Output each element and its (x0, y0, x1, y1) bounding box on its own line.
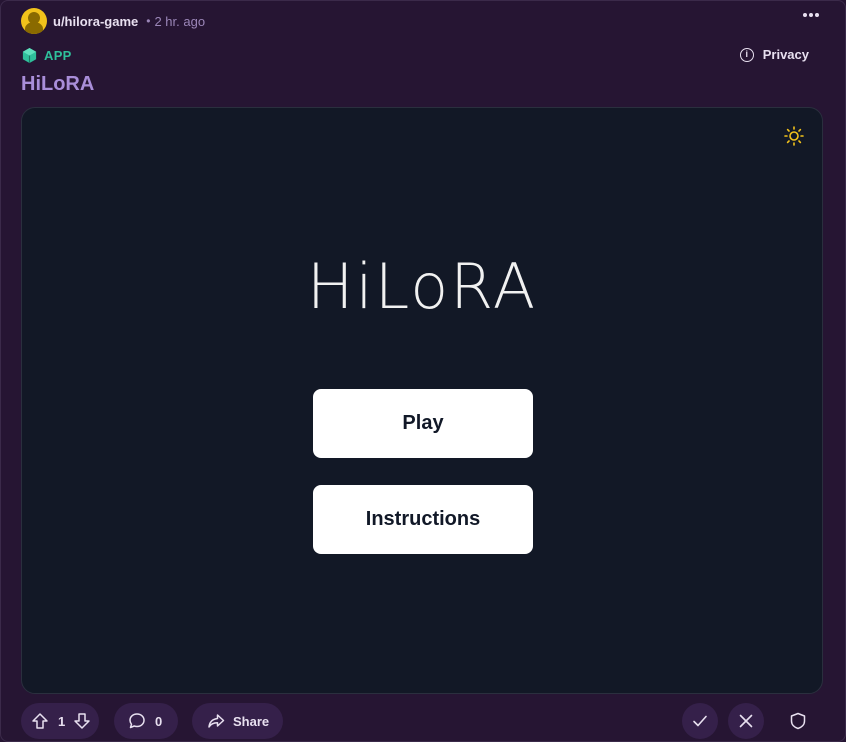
post-footer: 1 0 Share (21, 703, 825, 739)
share-button[interactable]: Share (192, 703, 283, 739)
share-icon (208, 714, 225, 728)
vote-count: 1 (58, 713, 66, 729)
comment-icon (129, 713, 145, 729)
shield-icon (790, 712, 806, 730)
app-icon (22, 47, 37, 63)
game-title: HiLoRA (306, 250, 538, 323)
post-card: u/hilora-game • 2 hr. ago APP i Privacy … (0, 0, 846, 742)
privacy-link[interactable]: i Privacy (739, 47, 809, 62)
post-header: u/hilora-game • 2 hr. ago (21, 8, 205, 34)
app-frame: HiLoRA Play Instructions (21, 107, 823, 694)
vote-control: 1 (21, 703, 99, 739)
sun-icon[interactable] (784, 126, 804, 146)
upvote-icon[interactable] (31, 712, 49, 730)
approve-icon (693, 715, 707, 727)
play-button[interactable]: Play (313, 389, 533, 458)
downvote-icon[interactable] (73, 712, 91, 730)
instructions-button[interactable]: Instructions (313, 485, 533, 554)
comment-count: 0 (155, 713, 163, 729)
post-title[interactable]: HiLoRA (21, 73, 94, 96)
author-username[interactable]: u/hilora-game (53, 14, 138, 29)
remove-icon (739, 714, 753, 728)
avatar[interactable] (21, 8, 47, 34)
app-label: APP (44, 47, 72, 63)
comments-button[interactable]: 0 (114, 703, 178, 739)
privacy-label: Privacy (762, 47, 809, 62)
share-label: Share (233, 713, 270, 729)
approve-button[interactable] (682, 703, 718, 739)
info-icon: i (739, 47, 754, 62)
meta-separator: • (146, 14, 151, 28)
app-badge: APP (21, 45, 72, 65)
more-icon[interactable] (803, 13, 819, 17)
remove-button[interactable] (728, 703, 764, 739)
post-time: 2 hr. ago (154, 13, 206, 29)
mod-shield-button[interactable] (780, 703, 816, 739)
